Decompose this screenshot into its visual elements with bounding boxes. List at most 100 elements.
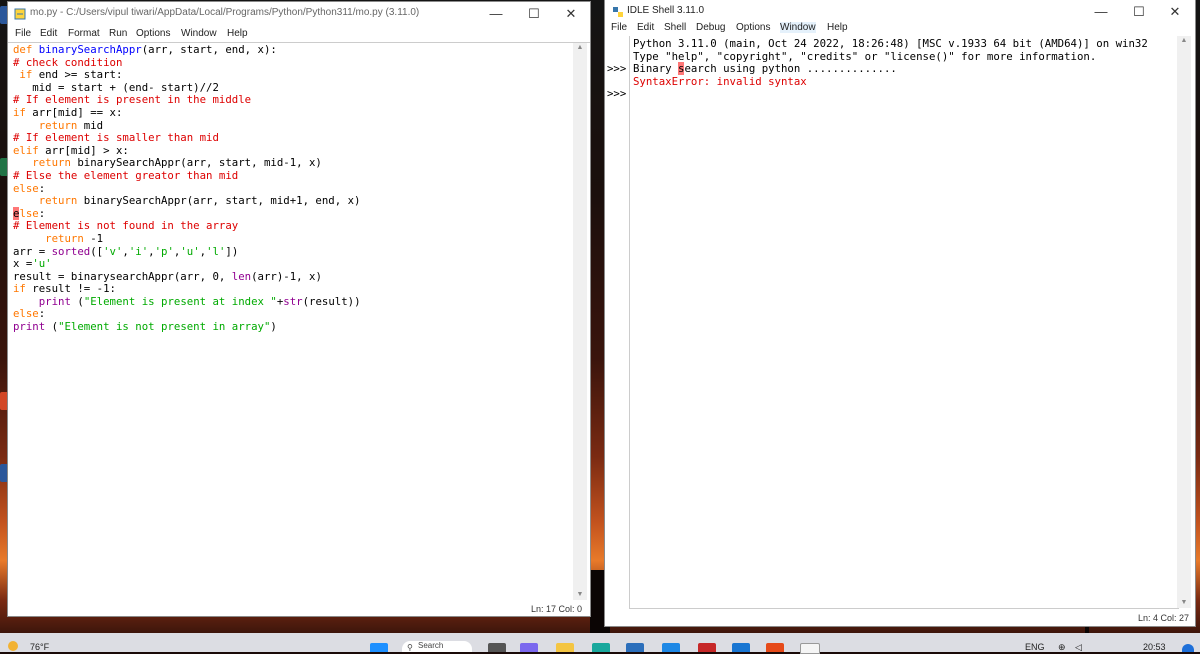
menu-run[interactable]: Run	[109, 28, 127, 39]
code-token: # Else the element greator than mid	[13, 168, 239, 182]
code-token: sorted	[51, 244, 91, 258]
code-token: end >= start:	[32, 68, 123, 82]
shell-title: IDLE Shell 3.11.0	[627, 5, 705, 16]
code-token: binarySearchAppr	[38, 43, 142, 56]
code-token: result = binarysearchAppr(arr, 0,	[13, 269, 232, 283]
code-token: arr[mid] > x:	[38, 143, 129, 157]
shell-prompt-gutter: >>> >>>	[607, 38, 629, 101]
shell-output-line[interactable]: SyntaxError: invalid syntax	[633, 75, 1173, 89]
maximize-icon[interactable]: ☐	[1126, 2, 1152, 22]
menu-edit[interactable]: Edit	[40, 28, 57, 39]
code-token: result != -1:	[25, 282, 116, 296]
shell-prompt: >>>	[607, 62, 627, 76]
code-token: (arr)-1, x)	[251, 269, 322, 283]
code-token: else	[13, 307, 39, 321]
menu-format[interactable]: Format	[68, 28, 100, 39]
weather-icon[interactable]	[8, 641, 18, 651]
code-token: 'u'	[180, 244, 200, 258]
search-box[interactable]: ⚲ Search	[402, 641, 472, 652]
menu-options[interactable]: Options	[136, 28, 170, 39]
code-line[interactable]: print ("Element is present at index "+st…	[13, 294, 568, 309]
python-file-icon	[14, 7, 26, 20]
code-token: else	[13, 181, 39, 195]
python-icon[interactable]	[800, 643, 820, 654]
search-icon: ⚲	[407, 643, 413, 652]
menu-options[interactable]: Options	[736, 22, 770, 33]
task-view-icon[interactable]	[488, 643, 506, 652]
minimize-icon[interactable]: —	[1088, 2, 1114, 22]
notification-icon[interactable]	[1182, 644, 1194, 652]
menu-edit[interactable]: Edit	[637, 22, 654, 33]
clock-time[interactable]: 20:53	[1143, 642, 1166, 652]
shell-menubar: File Edit Shell Debug Options Window Hel…	[605, 20, 1195, 36]
close-icon[interactable]: ✕	[558, 4, 584, 24]
code-token: 'i'	[128, 244, 149, 258]
shell-output-line[interactable]: Binary search using python .............…	[633, 62, 1173, 76]
editor-text-area[interactable]: def binarySearchAppr(arr, start, end, x)…	[13, 43, 568, 599]
app-icon[interactable]	[732, 643, 750, 652]
scroll-up-icon[interactable]: ▲	[573, 43, 587, 53]
menu-shell[interactable]: Shell	[664, 22, 686, 33]
menu-window[interactable]: Window	[181, 28, 217, 39]
taskbar: 76°F ⚲ Search ENG ⊕ ◁ 20:53	[0, 633, 1200, 654]
code-line[interactable]: arr = sorted(['v','i','p','u','l'])	[13, 244, 568, 259]
app-icon[interactable]	[520, 643, 538, 652]
code-token: # check condition	[13, 55, 123, 69]
code-token: 'l'	[206, 244, 226, 258]
shell-status: Ln: 4 Col: 27	[1137, 613, 1189, 623]
editor-titlebar[interactable]: mo.py - C:/Users/vipul tiwari/AppData/Lo…	[8, 2, 590, 26]
shell-prompt: >>>	[607, 87, 627, 101]
volume-icon[interactable]: ◁	[1075, 642, 1082, 653]
code-line[interactable]: # Else the element greator than mid	[13, 168, 568, 183]
editor-scrollbar[interactable]: ▲ ▼	[573, 43, 587, 600]
menu-window[interactable]: Window	[780, 22, 816, 33]
maximize-icon[interactable]: ☐	[521, 4, 547, 24]
shell-output-line[interactable]: Python 3.11.0 (main, Oct 24 2022, 18:26:…	[633, 37, 1173, 51]
code-token: if	[13, 105, 26, 119]
code-token: # If element is smaller than mid	[13, 131, 219, 145]
code-token: # Element is not found in the array	[13, 219, 239, 233]
code-token: lse	[19, 206, 39, 220]
menu-help[interactable]: Help	[827, 22, 848, 33]
code-token: :	[38, 307, 46, 321]
code-line[interactable]: print ("Element is not present in array"…	[13, 320, 568, 334]
minimize-icon[interactable]: —	[483, 4, 509, 24]
code-token: return	[13, 156, 71, 170]
store-icon[interactable]	[626, 643, 644, 652]
office-icon[interactable]	[766, 643, 784, 652]
menu-debug[interactable]: Debug	[696, 22, 725, 33]
editor-title: mo.py - C:/Users/vipul tiwari/AppData/Lo…	[30, 7, 420, 18]
app-icon[interactable]	[662, 643, 680, 652]
code-token: binarySearchAppr(arr, start, mid-1, x)	[70, 156, 322, 170]
code-token: ])	[225, 244, 239, 258]
start-icon[interactable]	[370, 643, 388, 652]
mail-icon[interactable]	[698, 643, 716, 652]
weather-text[interactable]: 76°F	[30, 642, 49, 652]
language-indicator[interactable]: ENG	[1025, 642, 1045, 652]
shell-text-area[interactable]: Python 3.11.0 (main, Oct 24 2022, 18:26:…	[633, 37, 1173, 608]
scroll-up-icon[interactable]: ▲	[1177, 36, 1191, 46]
edge-icon[interactable]	[592, 643, 610, 652]
shell-output-line[interactable]	[633, 88, 1173, 101]
shell-scrollbar[interactable]: ▲ ▼	[1177, 36, 1191, 608]
python-icon	[612, 5, 624, 17]
shell-prompt	[607, 38, 629, 51]
close-icon[interactable]: ✕	[1162, 2, 1188, 22]
network-icon[interactable]: ⊕	[1058, 642, 1066, 653]
code-token: return	[13, 194, 78, 208]
menu-help[interactable]: Help	[227, 28, 248, 39]
code-token: arr =	[13, 244, 52, 258]
code-token: len	[231, 269, 252, 283]
menu-file[interactable]: File	[611, 22, 627, 33]
code-token: str	[283, 294, 303, 308]
code-token: elif	[13, 143, 39, 157]
code-line[interactable]: return binarySearchAppr(arr, start, mid+…	[13, 194, 568, 208]
scroll-down-icon[interactable]: ▼	[1177, 598, 1191, 608]
folder-icon[interactable]	[556, 643, 574, 652]
code-token: return	[13, 118, 78, 132]
code-token: "Element is present at index "	[83, 294, 277, 308]
code-token: if	[13, 68, 33, 82]
code-token: print	[13, 320, 46, 334]
scroll-down-icon[interactable]: ▼	[573, 590, 587, 600]
menu-file[interactable]: File	[15, 28, 31, 39]
